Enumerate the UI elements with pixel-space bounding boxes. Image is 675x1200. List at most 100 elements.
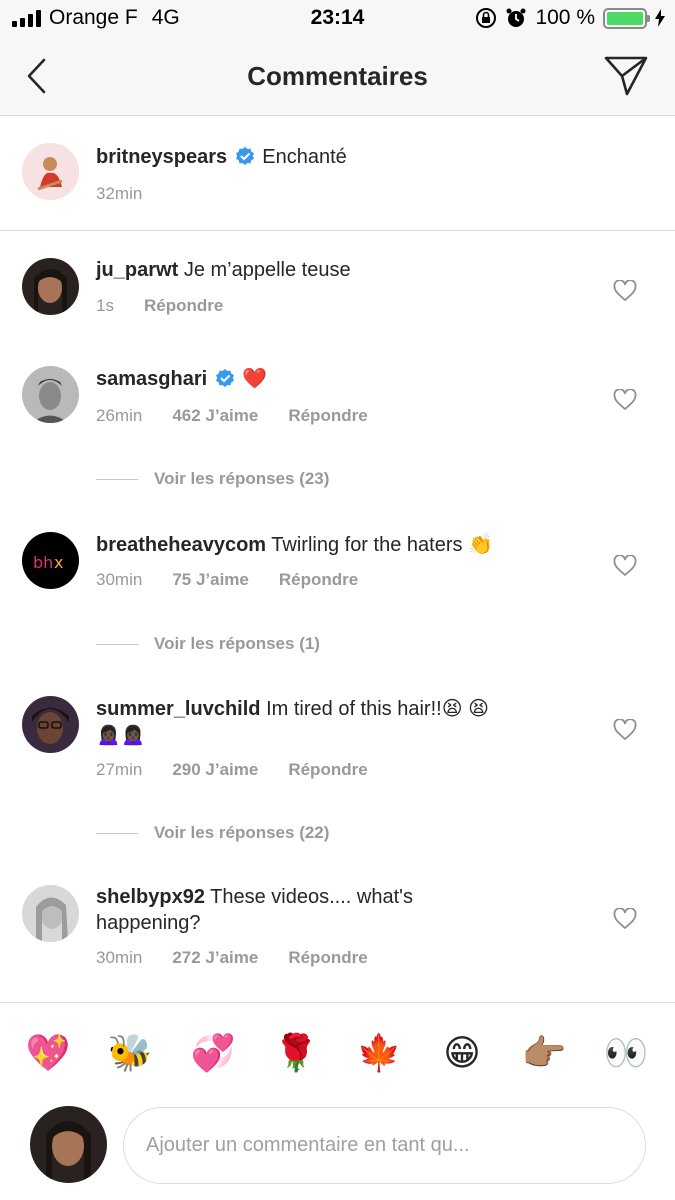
- comment-body: ❤️: [242, 368, 268, 390]
- comment-time: 1s: [96, 296, 114, 315]
- emoji-rose-button[interactable]: 🌹: [274, 1031, 319, 1075]
- comment-text: ju_parwt Je m’appelle teuse: [96, 257, 596, 283]
- likes-count[interactable]: 75 J’aime: [172, 570, 249, 590]
- likes-count[interactable]: 290 J’aime: [172, 760, 258, 780]
- current-user-avatar-image: [30, 1106, 107, 1183]
- comment-meta: 26min 462 J’aime Répondre: [96, 406, 368, 426]
- commenter-avatar-image: [22, 696, 79, 753]
- view-replies-button[interactable]: Voir les réponses (1): [96, 634, 320, 654]
- emoji-two-hearts-button[interactable]: 💞: [191, 1031, 236, 1075]
- likes-count[interactable]: 272 J’aime: [172, 948, 258, 968]
- comment-text: summer_luvchild Im tired of this hair!!😫…: [96, 696, 596, 748]
- reply-button[interactable]: Répondre: [144, 296, 223, 316]
- comment-body: Je m’appelle teuse: [183, 259, 351, 281]
- comment-meta: 27min 290 J’aime Répondre: [96, 760, 368, 780]
- emoji-grin-button[interactable]: 😁: [440, 1031, 484, 1075]
- comment-time: 26min: [96, 406, 143, 425]
- comment-item: bh x breatheheavycom Twirling for the ha…: [0, 510, 675, 676]
- alarm-icon: [506, 8, 526, 27]
- like-heart-icon[interactable]: [613, 389, 637, 411]
- page-title: Commentaires: [247, 61, 428, 91]
- charging-icon: [655, 9, 665, 27]
- reply-button[interactable]: Répondre: [288, 760, 367, 780]
- comment-body-line2: 🙍🏿‍♀️🙍🏿‍♀️: [96, 724, 146, 746]
- comment-meta: 30min 75 J’aime Répondre: [96, 570, 358, 590]
- battery-level: [607, 11, 643, 25]
- comment-meta: 1s Répondre: [96, 296, 223, 316]
- verified-badge-icon: [235, 147, 254, 165]
- caption-body: Enchanté: [262, 146, 347, 168]
- view-replies-label: Voir les réponses (23): [154, 469, 330, 488]
- comment-item: shelbypx92 These videos.... what's happe…: [0, 866, 675, 1002]
- caption-time: 32min: [96, 184, 143, 203]
- battery-percent: 100 %: [535, 6, 595, 29]
- current-user-avatar: [30, 1106, 107, 1183]
- comment-body: These videos.... what's: [210, 886, 413, 908]
- commenter-avatar-image: bh x: [22, 532, 79, 589]
- emoji-eyes-button[interactable]: 👀: [604, 1031, 649, 1075]
- comment-text: breatheheavycom Twirling for the haters …: [96, 532, 596, 558]
- likes-count[interactable]: 462 J’aime: [172, 406, 258, 426]
- view-replies-label: Voir les réponses (22): [154, 823, 330, 842]
- comment-input[interactable]: [123, 1107, 646, 1184]
- avatar[interactable]: [22, 885, 79, 942]
- avatar[interactable]: bh x: [22, 532, 79, 589]
- avatar[interactable]: [22, 366, 79, 423]
- battery-icon: [603, 7, 650, 29]
- reply-button[interactable]: Répondre: [288, 406, 367, 426]
- comment-time: 27min: [96, 760, 143, 779]
- comment-body-line2: happening?: [96, 912, 201, 934]
- status-bar: Orange F 4G 23:14 100 %: [0, 0, 675, 38]
- emoji-pointing-right-button[interactable]: 👉🏽: [522, 1031, 567, 1075]
- caption-username[interactable]: britneyspears: [96, 146, 227, 168]
- comment-username[interactable]: summer_luvchild: [96, 698, 261, 720]
- like-heart-icon[interactable]: [613, 908, 637, 930]
- svg-text:x: x: [54, 553, 63, 572]
- like-heart-icon[interactable]: [613, 280, 637, 302]
- comment-text: samasghari ❤️: [96, 366, 596, 392]
- view-replies-button[interactable]: Voir les réponses (23): [96, 469, 329, 489]
- view-replies-label: Voir les réponses (1): [154, 634, 320, 653]
- like-heart-icon[interactable]: [613, 555, 637, 577]
- view-replies-button[interactable]: Voir les réponses (22): [96, 823, 329, 843]
- comment-item: ju_parwt Je m’appelle teuse 1s Répondre: [0, 232, 675, 344]
- replies-divider: [96, 832, 138, 834]
- direct-send-icon[interactable]: [603, 54, 649, 98]
- comment-username[interactable]: breatheheavycom: [96, 534, 266, 556]
- verified-badge-icon: [215, 369, 234, 387]
- like-heart-icon[interactable]: [613, 719, 637, 741]
- comment-meta: 30min 272 J’aime Répondre: [96, 948, 368, 968]
- comment-composer: [0, 1100, 675, 1200]
- caption-meta: 32min: [96, 184, 142, 204]
- avatar[interactable]: [22, 143, 79, 200]
- commenter-avatar-image: [22, 258, 79, 315]
- caption-avatar-image: [22, 143, 79, 200]
- post-caption: britneyspears Enchanté 32min: [0, 116, 675, 231]
- comment-body: Im tired of this hair!!😫 😫: [266, 698, 489, 720]
- commenter-avatar-image: [22, 366, 79, 423]
- emoji-sparkling-heart-button[interactable]: 💖: [26, 1031, 71, 1075]
- comment-body: Twirling for the haters 👏: [271, 534, 493, 556]
- comment-username[interactable]: ju_parwt: [96, 259, 178, 281]
- comment-time: 30min: [96, 570, 143, 589]
- header: Commentaires: [0, 38, 675, 116]
- commenter-avatar-image: [22, 885, 79, 942]
- status-right: 100 %: [475, 6, 665, 30]
- replies-divider: [96, 643, 138, 645]
- rotation-lock-icon: [476, 8, 497, 28]
- comment-username[interactable]: shelbypx92: [96, 886, 205, 908]
- quick-emoji-bar: 💖 🐝 💞 🌹 🍁 😁 👉🏽 👀: [0, 1002, 675, 1100]
- svg-text:bh: bh: [33, 553, 53, 572]
- comment-item: summer_luvchild Im tired of this hair!!😫…: [0, 676, 675, 866]
- comment-item: samasghari ❤️ 26min 462 J’aime Répondre …: [0, 344, 675, 510]
- emoji-bee-button[interactable]: 🐝: [108, 1031, 153, 1075]
- reply-button[interactable]: Répondre: [279, 570, 358, 590]
- comment-time: 30min: [96, 948, 143, 967]
- replies-divider: [96, 478, 138, 480]
- reply-button[interactable]: Répondre: [288, 948, 367, 968]
- avatar[interactable]: [22, 696, 79, 753]
- avatar[interactable]: [22, 258, 79, 315]
- emoji-maple-leaf-button[interactable]: 🍁: [357, 1031, 402, 1075]
- comment-username[interactable]: samasghari: [96, 368, 207, 390]
- comment-text: shelbypx92 These videos.... what's happe…: [96, 884, 596, 936]
